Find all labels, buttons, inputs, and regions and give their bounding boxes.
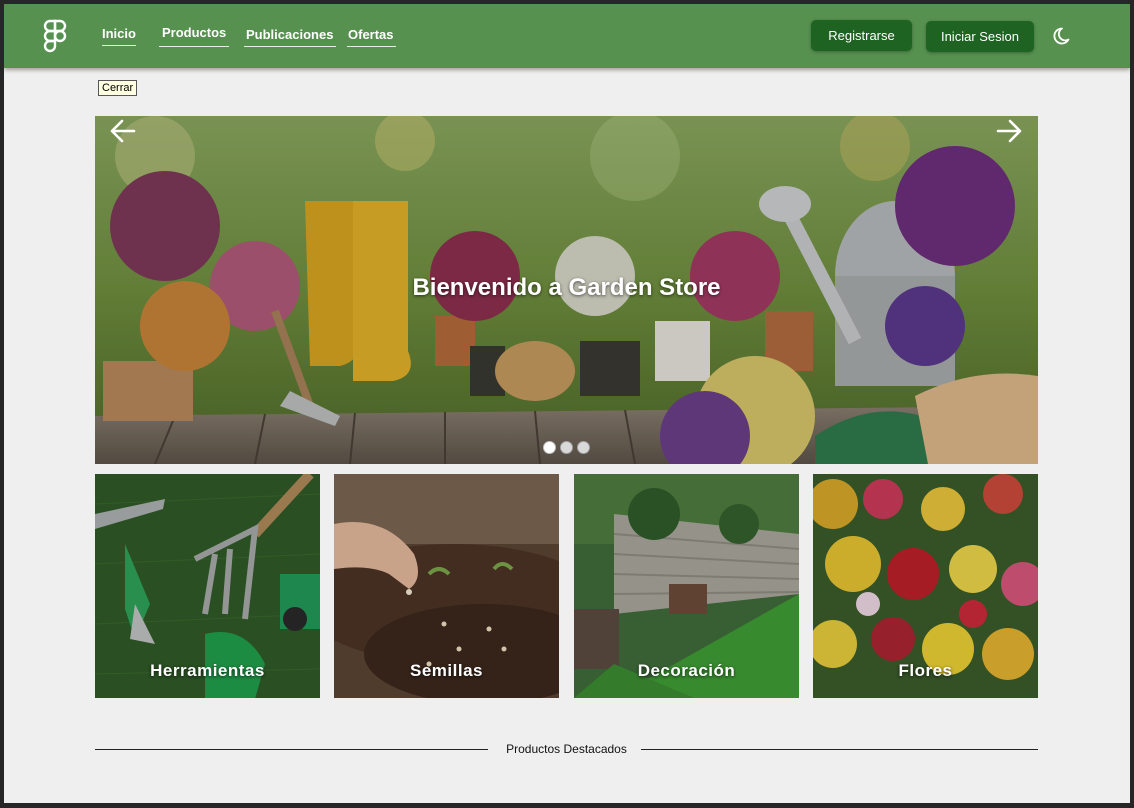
category-label: Herramientas: [150, 661, 265, 680]
arrow-left-icon[interactable]: [108, 116, 138, 146]
nav-link-inicio[interactable]: Inicio: [102, 26, 136, 46]
category-card-semillas[interactable]: Semillas: [334, 474, 559, 698]
carousel-dot[interactable]: [560, 441, 573, 454]
category-label: Semillas: [410, 661, 483, 680]
featured-products-divider: Productos Destacados: [95, 742, 1038, 758]
register-button[interactable]: Registrarse: [811, 20, 912, 51]
carousel-dot[interactable]: [543, 441, 556, 454]
arrow-right-icon[interactable]: [994, 116, 1024, 146]
category-label: Decoración: [637, 661, 736, 680]
nav-link-ofertas[interactable]: Ofertas: [347, 27, 396, 47]
featured-products-heading: Productos Destacados: [506, 742, 627, 756]
category-card-flores[interactable]: Flores: [813, 474, 1038, 698]
nav-link-publicaciones[interactable]: Publicaciones: [244, 27, 337, 47]
login-button[interactable]: Iniciar Sesion: [926, 21, 1034, 52]
hero-carousel: Bienvenido a Garden Store: [95, 116, 1038, 464]
category-card-herramientas[interactable]: Herramientas: [95, 474, 320, 698]
category-card-decoracion[interactable]: Decoración: [574, 474, 799, 698]
figma-logo-icon[interactable]: [42, 19, 68, 53]
carousel-dot[interactable]: [577, 441, 590, 454]
hero-title: Bienvenido a Garden Store: [412, 274, 721, 301]
page: Inicio Productos Publicaciones Ofertas R…: [4, 4, 1130, 803]
carousel-indicators: [543, 441, 590, 454]
nav-link-productos[interactable]: Productos: [159, 25, 230, 47]
category-label: Flores: [898, 661, 953, 680]
moon-icon[interactable]: [1051, 26, 1071, 46]
top-navbar: Inicio Productos Publicaciones Ofertas R…: [4, 4, 1130, 68]
close-tooltip: Cerrar: [98, 80, 138, 96]
